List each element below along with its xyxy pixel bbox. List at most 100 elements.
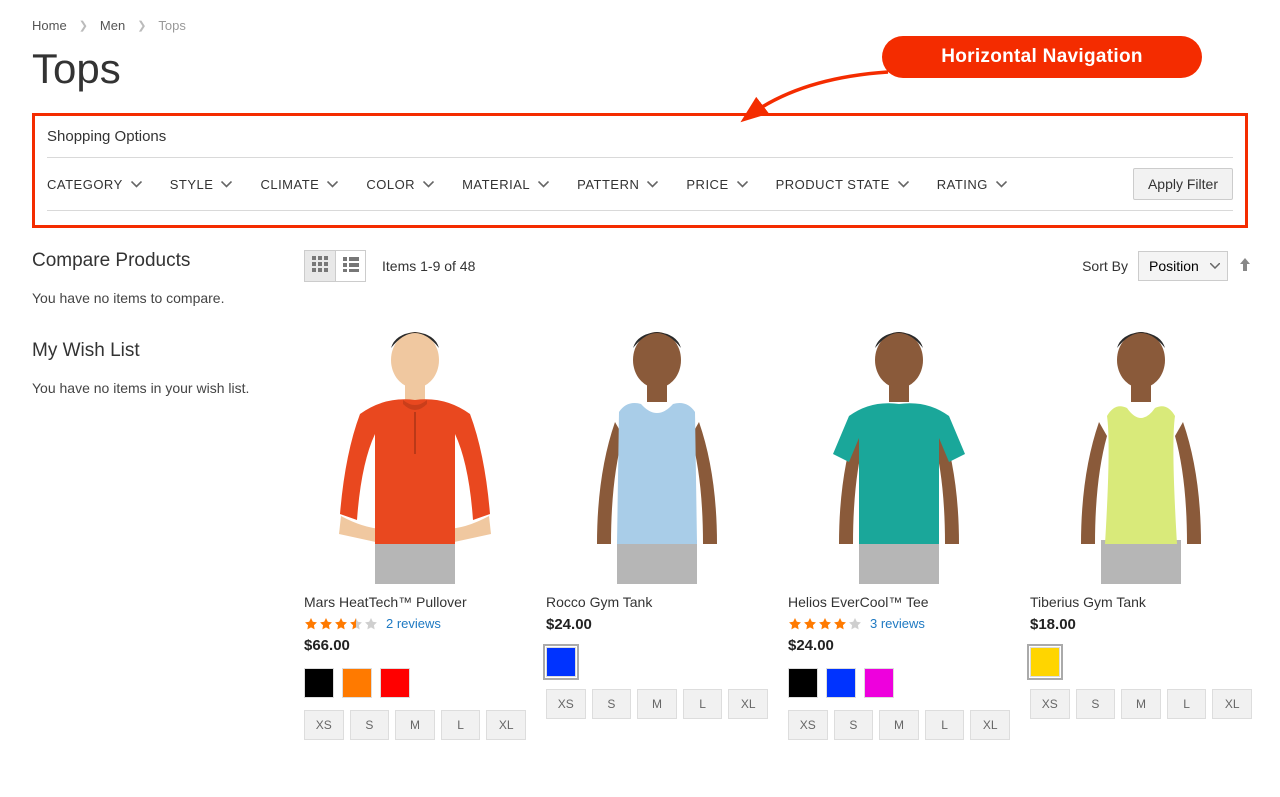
product-image[interactable]: [788, 304, 1010, 584]
size-button[interactable]: S: [350, 710, 390, 740]
color-swatch[interactable]: [304, 668, 334, 698]
sidebar: Compare Products You have no items to co…: [32, 250, 272, 740]
filter-price[interactable]: PRICE: [686, 177, 747, 192]
product-price: $24.00: [546, 616, 768, 633]
product-card: Tiberius Gym Tank$18.00XSSMLXL: [1030, 304, 1252, 740]
size-options: XSSMLXL: [788, 710, 1010, 740]
breadcrumb-link-home[interactable]: Home: [32, 18, 67, 33]
size-button[interactable]: L: [683, 689, 723, 719]
size-options: XSSMLXL: [1030, 689, 1252, 719]
filter-climate[interactable]: CLIMATE: [260, 177, 338, 192]
product-name[interactable]: Mars HeatTech™ Pullover: [304, 594, 526, 610]
size-button[interactable]: S: [592, 689, 632, 719]
size-button[interactable]: M: [879, 710, 919, 740]
filter-material[interactable]: MATERIAL: [462, 177, 549, 192]
star-rating: [788, 617, 862, 631]
product-name[interactable]: Helios EverCool™ Tee: [788, 594, 1010, 610]
size-button[interactable]: XL: [970, 710, 1010, 740]
size-button[interactable]: XL: [728, 689, 768, 719]
wishlist-empty: You have no items in your wish list.: [32, 380, 272, 396]
product-grid: Mars HeatTech™ Pullover2 reviews$66.00XS…: [304, 304, 1252, 740]
product-card: Mars HeatTech™ Pullover2 reviews$66.00XS…: [304, 304, 526, 740]
color-swatch[interactable]: [380, 668, 410, 698]
product-price: $24.00: [788, 637, 1010, 654]
size-button[interactable]: XL: [486, 710, 526, 740]
size-button[interactable]: XS: [788, 710, 828, 740]
results-count: Items 1-9 of 48: [382, 258, 475, 274]
arrow-up-icon: [1238, 259, 1252, 276]
breadcrumb-current: Tops: [158, 18, 185, 33]
chevron-down-icon: [737, 181, 748, 188]
compare-products-empty: You have no items to compare.: [32, 290, 272, 306]
grid-view-button[interactable]: [305, 251, 335, 281]
reviews-link[interactable]: 3 reviews: [870, 616, 925, 631]
list-view-button[interactable]: [335, 251, 365, 281]
size-button[interactable]: M: [637, 689, 677, 719]
size-button[interactable]: XL: [1212, 689, 1252, 719]
filter-rating[interactable]: RATING: [937, 177, 1007, 192]
shopping-options-panel: Shopping Options CATEGORY STYLE CLIMATE COL…: [32, 113, 1248, 228]
filter-pattern[interactable]: PATTERN: [577, 177, 658, 192]
size-button[interactable]: M: [1121, 689, 1161, 719]
shopping-options-title: Shopping Options: [47, 126, 1233, 157]
list-icon: [343, 256, 359, 277]
filter-label: PATTERN: [577, 177, 639, 192]
filter-product-state[interactable]: PRODUCT STATE: [776, 177, 909, 192]
sort-by-select[interactable]: Position: [1138, 251, 1228, 281]
filter-label: PRICE: [686, 177, 728, 192]
filter-label: STYLE: [170, 177, 214, 192]
color-swatch[interactable]: [826, 668, 856, 698]
sort-by-label: Sort By: [1082, 258, 1128, 274]
product-card: Helios EverCool™ Tee 3 reviews $24.00 XSSML…: [788, 304, 1010, 740]
sort-direction-button[interactable]: [1238, 256, 1252, 277]
size-button[interactable]: L: [1167, 689, 1207, 719]
filter-color[interactable]: COLOR: [366, 177, 434, 192]
product-name[interactable]: Rocco Gym Tank: [546, 594, 768, 610]
product-image[interactable]: [1030, 304, 1252, 584]
filter-label: CATEGORY: [47, 177, 123, 192]
main-content: Items 1-9 of 48 Sort By Position: [304, 250, 1252, 740]
wishlist-heading: My Wish List: [32, 340, 272, 362]
toolbar: Items 1-9 of 48 Sort By Position: [304, 250, 1252, 282]
compare-products-heading: Compare Products: [32, 250, 272, 272]
color-swatch[interactable]: [546, 647, 576, 677]
size-button[interactable]: L: [441, 710, 481, 740]
size-button[interactable]: S: [1076, 689, 1116, 719]
product-name[interactable]: Tiberius Gym Tank: [1030, 594, 1252, 610]
annotation-callout-label: Horizontal Navigation: [941, 46, 1143, 68]
chevron-down-icon: [131, 181, 142, 188]
size-button[interactable]: M: [395, 710, 435, 740]
filter-row: CATEGORY STYLE CLIMATE COLOR MATERIAL PATTERN…: [47, 157, 1233, 211]
filter-label: RATING: [937, 177, 988, 192]
color-swatch[interactable]: [864, 668, 894, 698]
filter-category[interactable]: CATEGORY: [47, 177, 142, 192]
breadcrumb: Home ❯ Men ❯ Tops: [32, 0, 1248, 41]
chevron-down-icon: [898, 181, 909, 188]
color-swatches: [546, 647, 768, 677]
size-options: XSSMLXL: [546, 689, 768, 719]
grid-icon: [312, 256, 328, 277]
size-options: XSSMLXL: [304, 710, 526, 740]
filter-label: MATERIAL: [462, 177, 530, 192]
color-swatches: [788, 668, 1010, 698]
breadcrumb-link-men[interactable]: Men: [100, 18, 125, 33]
color-swatches: [304, 668, 526, 698]
reviews-link[interactable]: 2 reviews: [386, 616, 441, 631]
filter-label: PRODUCT STATE: [776, 177, 890, 192]
color-swatch[interactable]: [342, 668, 372, 698]
size-button[interactable]: L: [925, 710, 965, 740]
chevron-down-icon: [996, 181, 1007, 188]
size-button[interactable]: S: [834, 710, 874, 740]
view-mode-switcher: [304, 250, 366, 282]
size-button[interactable]: XS: [1030, 689, 1070, 719]
rating-row: 2 reviews: [304, 616, 526, 631]
color-swatch[interactable]: [788, 668, 818, 698]
filter-style[interactable]: STYLE: [170, 177, 233, 192]
size-button[interactable]: XS: [304, 710, 344, 740]
product-image[interactable]: [304, 304, 526, 584]
product-image[interactable]: [546, 304, 768, 584]
apply-filter-button[interactable]: Apply Filter: [1133, 168, 1233, 200]
rating-row: 3 reviews: [788, 616, 1010, 631]
color-swatch[interactable]: [1030, 647, 1060, 677]
size-button[interactable]: XS: [546, 689, 586, 719]
